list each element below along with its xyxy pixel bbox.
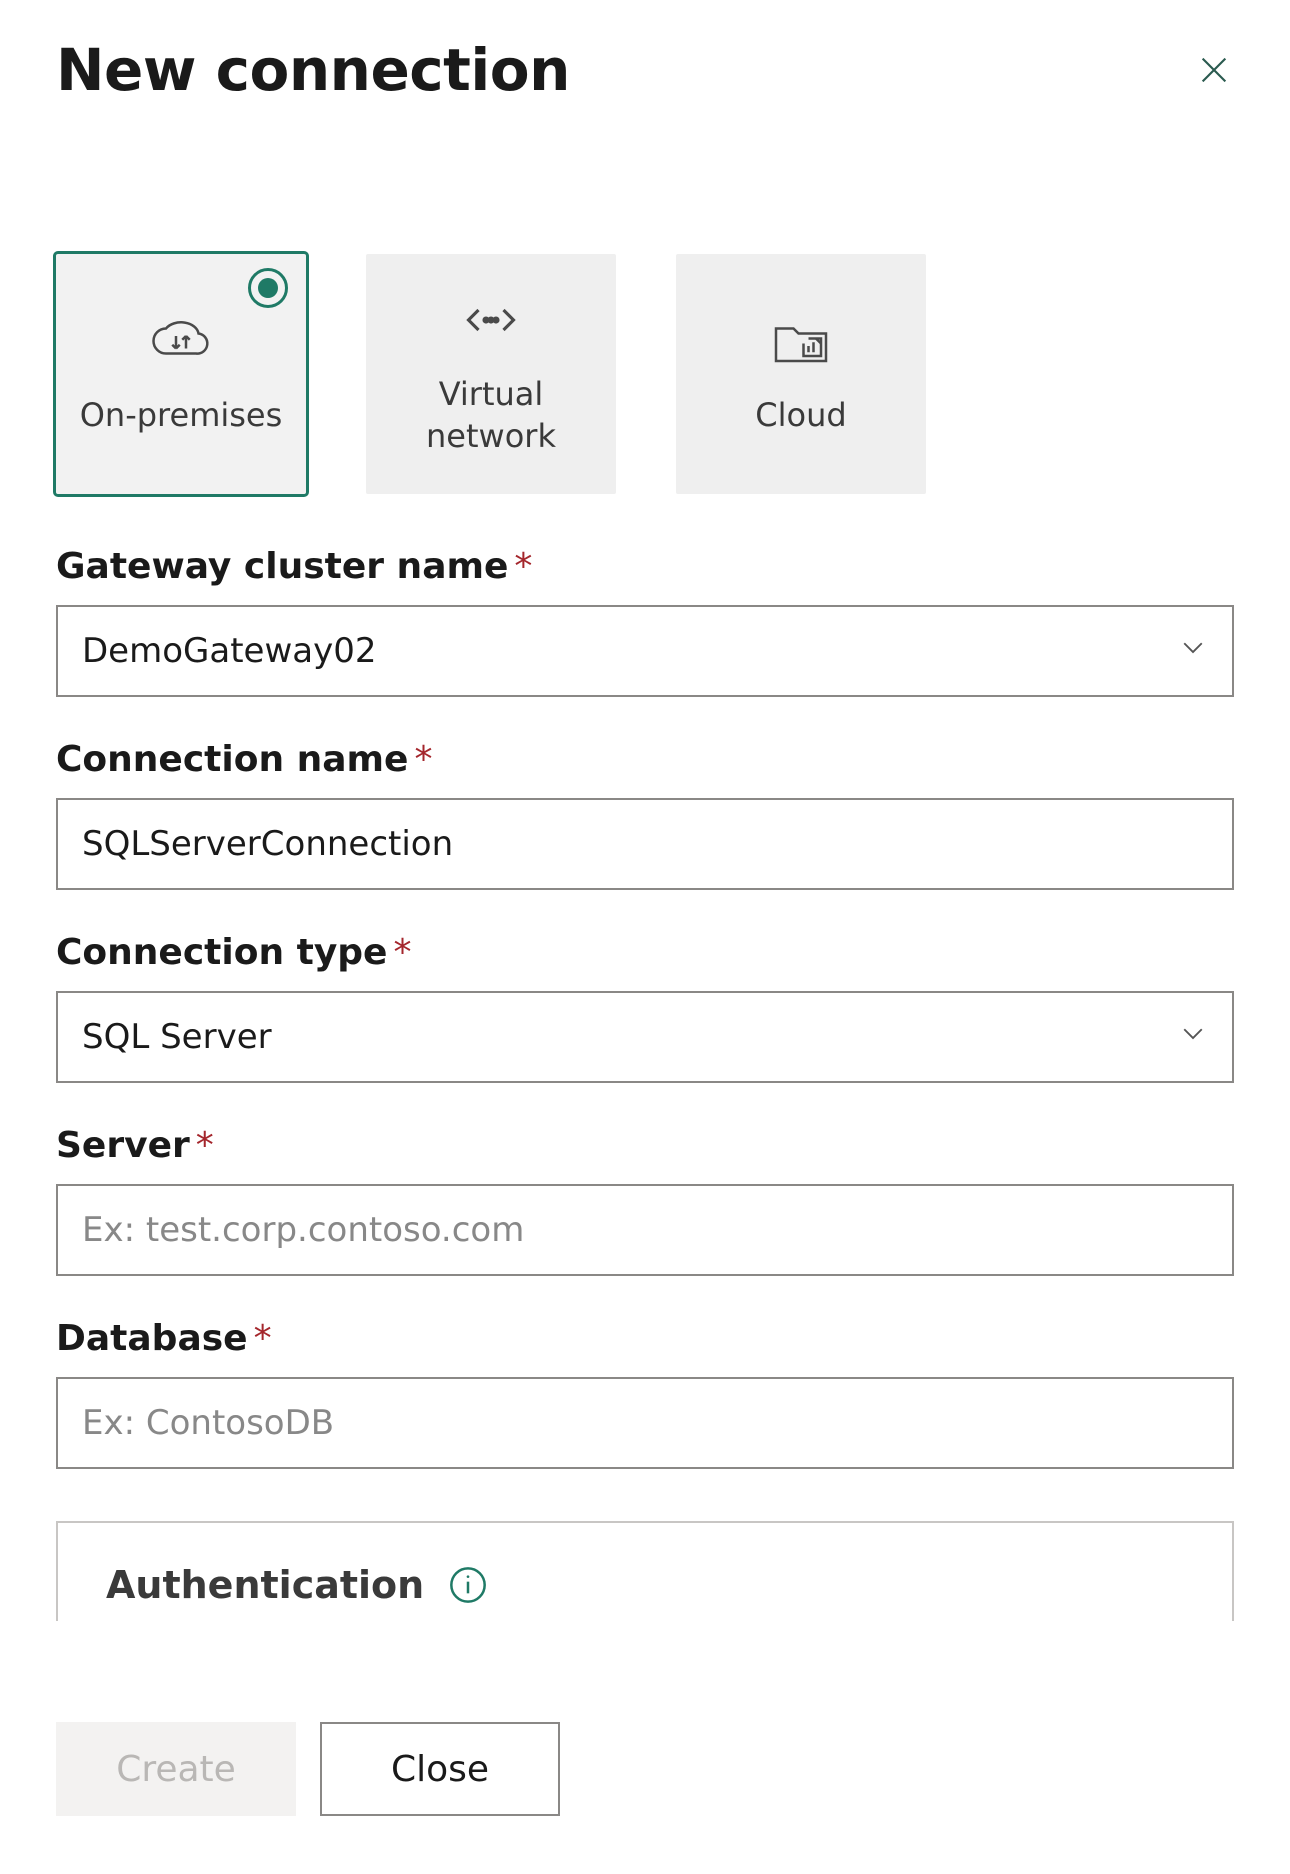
radio-selected-icon: [248, 268, 288, 308]
field-connection-type: Connection type* SQL Server: [56, 932, 1234, 1083]
authentication-section: Authentication: [56, 1521, 1234, 1621]
select-value: SQL Server: [82, 1017, 272, 1057]
type-label: Virtual network: [366, 374, 616, 457]
chevron-down-icon: [1178, 1017, 1208, 1057]
info-icon[interactable]: [448, 1565, 488, 1605]
chevron-down-icon: [1178, 631, 1208, 671]
type-label: On-premises: [70, 395, 293, 437]
field-server: Server*: [56, 1125, 1234, 1276]
type-card-on-premises[interactable]: On-premises: [56, 254, 306, 494]
close-icon[interactable]: [1194, 50, 1234, 90]
authentication-title: Authentication: [106, 1563, 424, 1607]
panel-footer: Create Close: [56, 1722, 560, 1816]
select-value: DemoGateway02: [82, 631, 376, 671]
connection-type-selector: On-premises Virtual network: [56, 254, 1234, 494]
field-label: Database*: [56, 1318, 1234, 1359]
field-connection-name: Connection name*: [56, 739, 1234, 890]
field-gateway-cluster-name: Gateway cluster name* DemoGateway02: [56, 546, 1234, 697]
field-label: Connection name*: [56, 739, 1234, 780]
panel-header: New connection: [56, 36, 1234, 104]
connection-name-input[interactable]: [56, 798, 1234, 890]
database-input[interactable]: [56, 1377, 1234, 1469]
connection-form: Gateway cluster name* DemoGateway02 Conn…: [56, 546, 1234, 1621]
field-database: Database*: [56, 1318, 1234, 1469]
virtual-network-icon: [461, 290, 521, 350]
close-button[interactable]: Close: [320, 1722, 560, 1816]
cloud-folder-icon: [771, 311, 831, 371]
field-label: Gateway cluster name*: [56, 546, 1234, 587]
gateway-cluster-select[interactable]: DemoGateway02: [56, 605, 1234, 697]
server-input[interactable]: [56, 1184, 1234, 1276]
page-title: New connection: [56, 36, 570, 104]
new-connection-panel: New connection On-premises: [0, 0, 1290, 1874]
cloud-sync-icon: [151, 311, 211, 371]
create-button: Create: [56, 1722, 296, 1816]
connection-type-select[interactable]: SQL Server: [56, 991, 1234, 1083]
type-card-virtual-network[interactable]: Virtual network: [366, 254, 616, 494]
type-label: Cloud: [745, 395, 856, 437]
field-label: Connection type*: [56, 932, 1234, 973]
type-card-cloud[interactable]: Cloud: [676, 254, 926, 494]
field-label: Server*: [56, 1125, 1234, 1166]
